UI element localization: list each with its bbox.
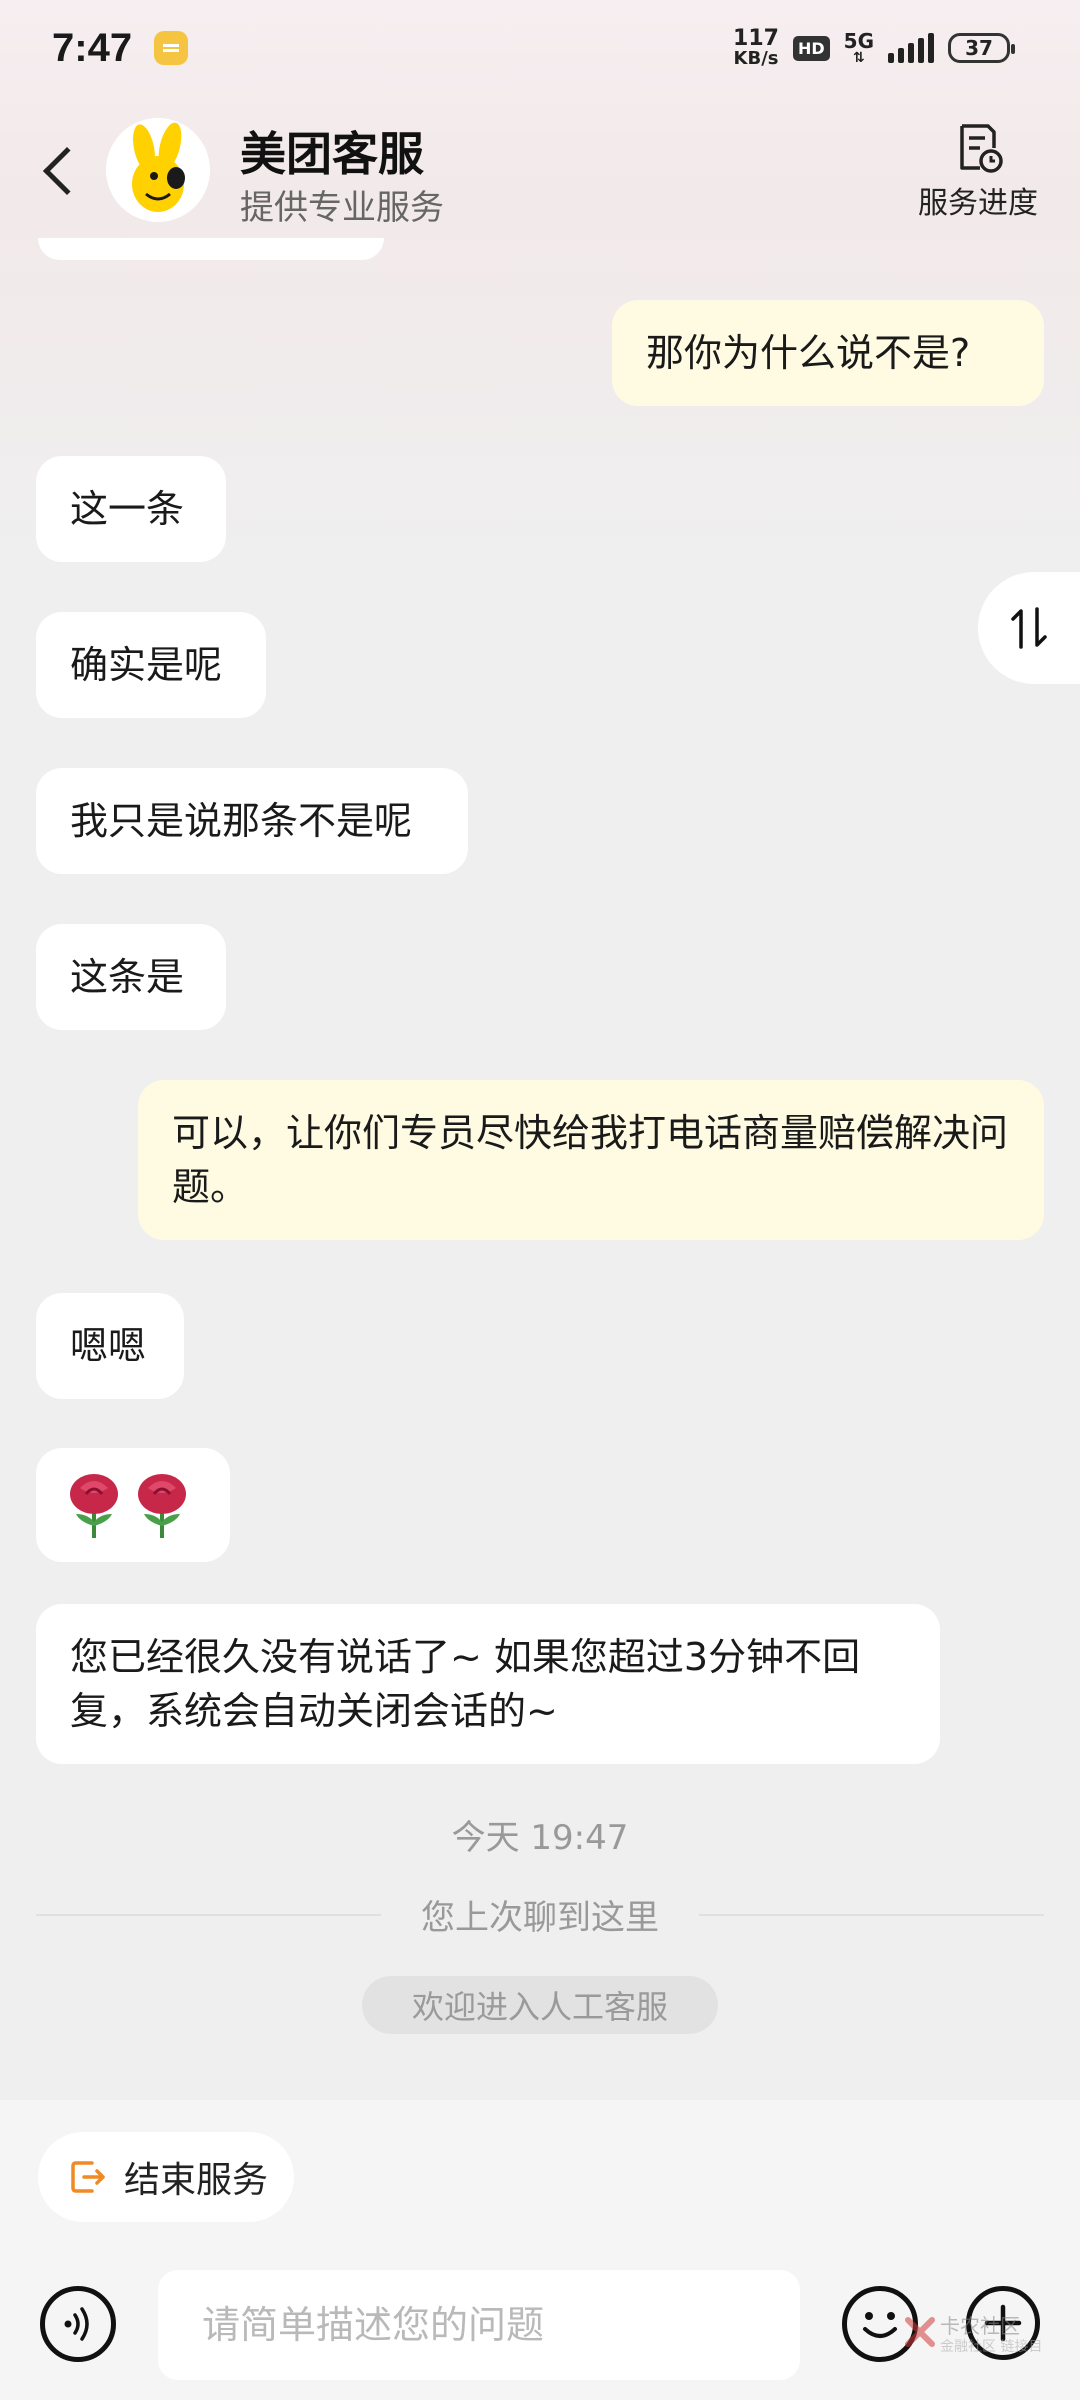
chat-timestamp: 今天 19:47	[451, 1818, 629, 1858]
message-bubble-incoming[interactable]: 嗯嗯	[36, 1293, 184, 1399]
message-bubble-incoming[interactable]: 您已经很久没有说话了~ 如果您超过3分钟不回复，系统会自动关闭会话的~	[36, 1604, 940, 1764]
end-service-button[interactable]: 结束服务	[38, 2132, 294, 2222]
status-time: 7:47	[52, 25, 133, 70]
last-read-divider: 您上次聊到这里	[36, 1890, 1044, 1939]
scroll-toggle-button[interactable]	[978, 572, 1080, 684]
network-speed-unit: KB/s	[733, 48, 779, 69]
page-subtitle: 提供专业服务	[240, 188, 444, 228]
message-bubble-incoming[interactable]: 我只是说那条不是呢	[36, 768, 468, 874]
voice-icon	[64, 2307, 89, 2341]
message-bubble-incoming[interactable]: 这条是	[36, 924, 226, 1030]
chat-header: 美团客服 提供专业服务 服务进度	[0, 100, 1080, 260]
rose-icon	[138, 1474, 186, 1538]
service-progress-label: 服务进度	[918, 186, 1038, 221]
message-input[interactable]	[158, 2270, 800, 2380]
status-left: 7:47	[52, 25, 189, 71]
message-bubble-outgoing[interactable]: 那你为什么说不是?	[612, 300, 1044, 406]
notification-icon	[154, 31, 189, 65]
watermark-line2: 金融社区 链接目	[940, 2339, 1043, 2355]
watermark-logo-icon	[905, 2317, 935, 2347]
avatar[interactable]	[106, 118, 210, 222]
document-clock-icon	[960, 124, 1003, 173]
network-type-label: 5G	[843, 29, 874, 53]
exit-icon	[71, 2161, 105, 2193]
hd-badge: HD	[792, 35, 830, 61]
voice-input-button[interactable]	[40, 2286, 116, 2362]
previous-message-edge	[38, 238, 384, 260]
message-bubble-outgoing[interactable]: 可以，让你们专员尽快给我打电话商量赔偿解决问题。	[138, 1080, 1044, 1240]
end-service-label: 结束服务	[124, 2160, 269, 2201]
page-title: 美团客服	[240, 127, 424, 181]
divider-line	[36, 1913, 381, 1916]
watermark-line1: 卡农社区	[940, 2314, 1020, 2338]
welcome-notice: 欢迎进入人工客服	[362, 1976, 718, 2034]
network-speed-value: 117	[733, 26, 779, 51]
battery-icon: 37	[948, 33, 1015, 63]
signal-icon	[888, 33, 934, 63]
kangaroo-mascot-icon	[106, 118, 210, 222]
status-right: 117 KB/s HD 5G ⇅ 37	[733, 28, 1015, 68]
last-read-label: 您上次聊到这里	[421, 1898, 659, 1938]
message-bubble-incoming[interactable]: 这一条	[36, 456, 226, 562]
service-progress-button[interactable]: 服务进度	[918, 122, 1038, 222]
rose-icon	[70, 1474, 118, 1538]
battery-level: 37	[965, 36, 993, 60]
message-bubble-incoming[interactable]: 确实是呢	[36, 612, 266, 718]
status-bar: 7:47 117 KB/s HD 5G ⇅ 37	[0, 0, 1080, 96]
divider-line	[699, 1913, 1044, 1916]
swap-arrows-icon	[1011, 607, 1047, 649]
message-bubble-emoji[interactable]	[36, 1448, 230, 1562]
data-arrows-icon: ⇅	[852, 50, 865, 66]
back-button[interactable]	[30, 136, 92, 206]
watermark: 卡农社区 金融社区 链接目	[904, 2310, 1042, 2360]
network-speed: 117 KB/s	[733, 28, 779, 68]
network-type: 5G ⇅	[844, 31, 874, 65]
chevron-left-icon	[42, 146, 92, 196]
